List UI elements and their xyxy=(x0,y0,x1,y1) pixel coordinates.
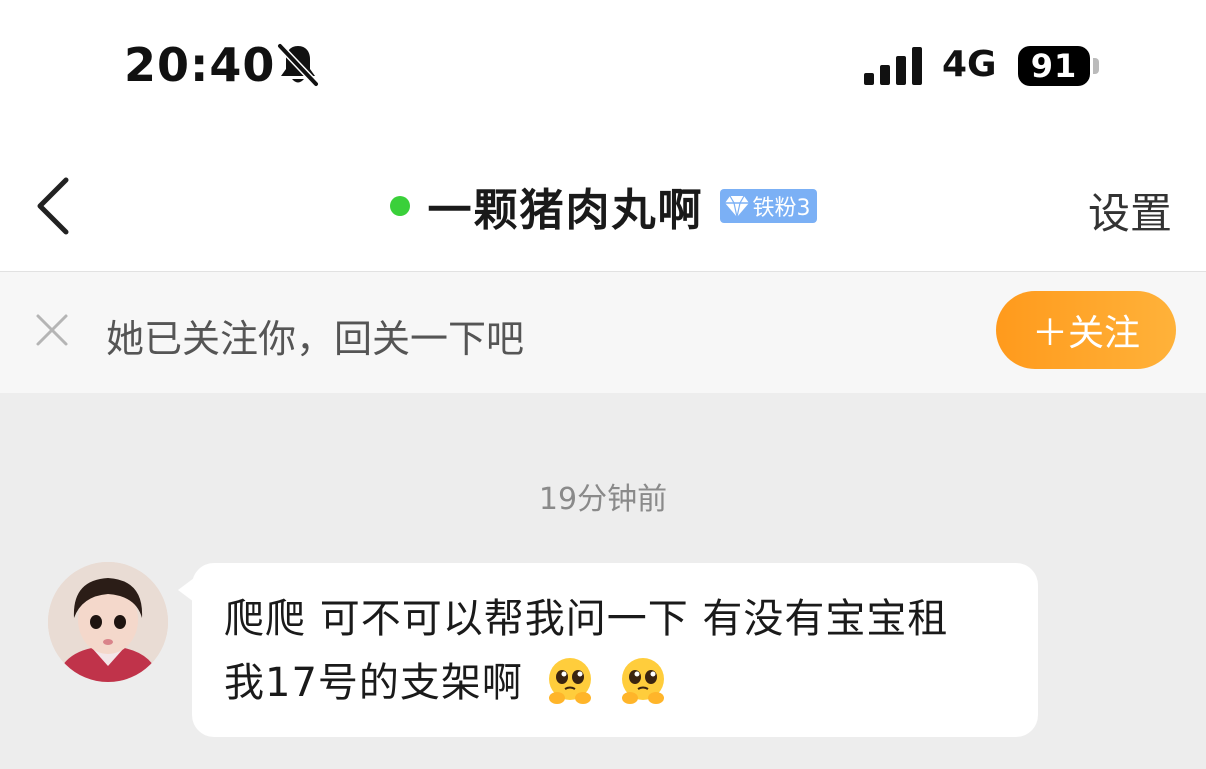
status-time: 20:40 xyxy=(124,38,276,92)
battery-level: 91 xyxy=(1030,47,1078,85)
follow-button[interactable]: ＋关注 xyxy=(996,291,1176,369)
follow-back-prompt: 她已关注你，回关一下吧 xyxy=(106,317,525,361)
chat-header: 一颗猪肉丸啊 铁粉3 设置 xyxy=(0,140,1206,272)
avatar[interactable] xyxy=(48,562,168,682)
contact-name[interactable]: 一颗猪肉丸啊 xyxy=(428,174,704,238)
close-icon[interactable] xyxy=(34,312,70,348)
bell-muted-icon xyxy=(276,42,320,88)
avatar-photo xyxy=(48,562,168,682)
signal-icon xyxy=(864,47,922,85)
message-content: 爬爬 可不可以帮我问一下 有没有宝宝租我17号的支架啊 xyxy=(224,587,984,715)
message-timestamp: 19分钟前 xyxy=(538,482,668,517)
fan-level-badge[interactable]: 铁粉3 xyxy=(719,188,817,223)
message-bubble[interactable]: 爬爬 可不可以帮我问一下 有没有宝宝租我17号的支架啊 xyxy=(192,563,1038,737)
settings-button[interactable]: 设置 xyxy=(1088,180,1172,241)
fan-level-label: 铁粉3 xyxy=(752,195,811,221)
follow-suggestion-bar: 她已关注你，回关一下吧 ＋关注 xyxy=(0,272,1206,393)
battery-cap xyxy=(1093,58,1099,74)
online-status-dot xyxy=(389,195,410,216)
status-bar: 20:40 4G 91 xyxy=(0,0,1206,140)
pleading-face-icon xyxy=(548,658,591,704)
title-group: 一颗猪肉丸啊 铁粉3 xyxy=(0,140,1206,271)
network-type: 4G xyxy=(942,44,997,85)
pleading-face-icon xyxy=(622,658,665,704)
diamond-icon xyxy=(724,195,749,217)
battery-icon: 91 xyxy=(1018,46,1090,86)
